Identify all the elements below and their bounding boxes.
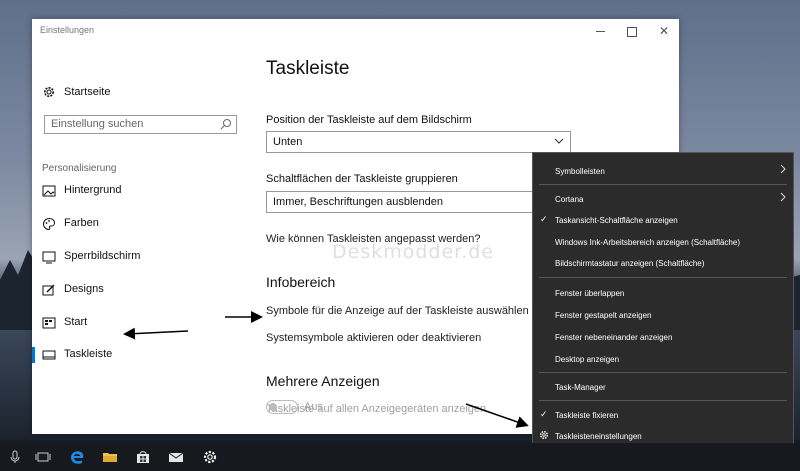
folder-icon: [103, 453, 117, 462]
picture-icon: [42, 185, 56, 197]
settings-button[interactable]: [195, 446, 225, 468]
menu-item-fenster-ueberlappen[interactable]: Fenster überlappen: [533, 283, 793, 303]
task-view-icon: [35, 452, 51, 462]
menu-item-label: Taskansicht-Schaltfläche anzeigen: [555, 216, 678, 225]
menu-item-label: Bildschirmtastatur anzeigen (Schaltfläch…: [555, 259, 705, 268]
microphone-button[interactable]: [0, 446, 30, 468]
menu-separator: [539, 400, 787, 401]
edge-icon: [71, 451, 84, 464]
palette-icon: [43, 218, 56, 231]
gear-icon: [203, 450, 217, 464]
multi-display-header: Mehrere Anzeigen: [266, 373, 380, 389]
file-explorer-button[interactable]: [95, 446, 125, 468]
sidebar-item-label: Farben: [64, 217, 99, 229]
start-icon: [42, 317, 56, 329]
maximize-button[interactable]: [624, 23, 640, 39]
taskbar: [0, 443, 800, 471]
microphone-icon: [10, 450, 20, 463]
menu-item-label: Desktop anzeigen: [555, 355, 620, 364]
sidebar-item-sperrbildschirm[interactable]: Sperrbildschirm: [32, 244, 250, 270]
menu-item-label: Fenster überlappen: [555, 289, 625, 298]
check-icon: ✓: [540, 214, 548, 224]
position-label: Position der Taskleiste auf dem Bildschi…: [266, 114, 472, 126]
sidebar-item-farben[interactable]: Farben: [32, 211, 250, 237]
minimize-icon: [595, 31, 605, 33]
store-button[interactable]: [128, 446, 158, 468]
search-placeholder: Einstellung suchen: [51, 118, 144, 130]
menu-item-windows-ink[interactable]: Windows Ink-Arbeitsbereich anzeigen (Sch…: [533, 232, 793, 252]
section-header: Personalisierung: [42, 163, 117, 174]
watermark: Deskmodder.de: [332, 241, 495, 263]
sidebar-item-hintergrund[interactable]: Hintergrund: [32, 178, 250, 204]
multi-display-label: Taskleiste auf allen Anzeigegeräten anze…: [266, 403, 487, 415]
menu-item-label: Task-Manager: [555, 383, 606, 392]
menu-item-task-manager[interactable]: Task-Manager: [533, 377, 793, 397]
menu-item-bildschirmtastatur[interactable]: Bildschirmtastatur anzeigen (Schaltfläch…: [533, 253, 793, 273]
menu-item-taskleiste-fixieren[interactable]: ✓ Taskleiste fixieren: [533, 405, 793, 425]
home-label: Startseite: [64, 86, 111, 98]
maximize-icon: [627, 26, 637, 37]
group-value: Immer, Beschriftungen ausblenden: [273, 196, 443, 208]
chevron-right-icon: [780, 192, 786, 202]
sidebar-item-designs[interactable]: Designs: [32, 277, 250, 303]
menu-item-label: Fenster gestapelt anzeigen: [555, 311, 652, 320]
chevron-right-icon: [780, 164, 786, 174]
gear-icon: [540, 431, 548, 439]
sidebar-item-label: Designs: [64, 283, 104, 295]
sidebar-item-start[interactable]: Start: [32, 310, 250, 336]
page-title: Taskleiste: [266, 58, 350, 79]
minimize-button[interactable]: [592, 23, 608, 39]
edge-button[interactable]: [62, 446, 92, 468]
menu-item-symbolleisten[interactable]: Symbolleisten: [533, 161, 793, 181]
menu-item-fenster-gestapelt[interactable]: Fenster gestapelt anzeigen: [533, 305, 793, 325]
sidebar: Startseite Einstellung suchen Personalis…: [32, 43, 250, 434]
menu-separator: [539, 277, 787, 278]
toggle-state: Aus: [304, 401, 323, 413]
symbols-link[interactable]: Symbole für die Anzeige auf der Taskleis…: [266, 305, 529, 317]
group-label: Schaltflächen der Taskleiste gruppieren: [266, 173, 458, 185]
chevron-down-icon: [554, 138, 564, 144]
taskbar-icon: [42, 350, 56, 360]
menu-item-cortana[interactable]: Cortana: [533, 189, 793, 209]
menu-item-label: Cortana: [555, 195, 584, 204]
infobereich-header: Infobereich: [266, 274, 336, 290]
title-bar: Einstellungen ✕: [32, 19, 679, 43]
window-title: Einstellungen: [40, 25, 95, 35]
gear-icon: [44, 87, 54, 97]
brush-icon: [42, 284, 55, 296]
context-menu: Symbolleisten Cortana ✓ Taskansicht-Scha…: [532, 152, 794, 445]
menu-item-label: Taskleisteneinstellungen: [555, 432, 642, 441]
sidebar-item-label: Hintergrund: [64, 184, 122, 196]
active-indicator: [32, 347, 35, 363]
sidebar-item-label: Start: [64, 316, 88, 328]
check-icon: ✓: [540, 409, 548, 419]
menu-item-label: Fenster nebeneinander anzeigen: [555, 333, 673, 342]
store-icon: [137, 451, 149, 463]
multi-display-toggle[interactable]: [266, 400, 298, 414]
menu-item-fenster-nebeneinander[interactable]: Fenster nebeneinander anzeigen: [533, 327, 793, 347]
menu-item-label: Taskleiste fixieren: [555, 411, 619, 420]
position-dropdown[interactable]: Unten: [266, 131, 571, 153]
group-dropdown[interactable]: Immer, Beschriftungen ausblenden: [266, 191, 571, 213]
close-icon: ✕: [658, 24, 670, 38]
search-input[interactable]: Einstellung suchen: [44, 115, 237, 134]
lock-screen-icon: [42, 251, 56, 264]
menu-item-label: Windows Ink-Arbeitsbereich anzeigen (Sch…: [555, 238, 740, 247]
menu-separator: [539, 372, 787, 373]
sidebar-item-label: Taskleiste: [64, 348, 113, 360]
search-icon: [220, 119, 231, 130]
mail-button[interactable]: [161, 446, 191, 468]
menu-item-label: Symbolleisten: [555, 167, 605, 176]
position-value: Unten: [273, 136, 303, 148]
menu-item-desktop-anzeigen[interactable]: Desktop anzeigen: [533, 349, 793, 369]
sidebar-item-taskleiste[interactable]: Taskleiste: [32, 342, 250, 368]
system-symbols-link[interactable]: Systemsymbole aktivieren oder deaktivier…: [266, 332, 481, 344]
mail-icon: [168, 452, 184, 462]
menu-separator: [539, 184, 787, 185]
menu-item-taskansicht[interactable]: ✓ Taskansicht-Schaltfläche anzeigen: [533, 210, 793, 230]
toggle-knob: [269, 403, 277, 411]
task-view-button[interactable]: [28, 446, 58, 468]
sidebar-item-label: Sperrbildschirm: [64, 250, 141, 262]
close-button[interactable]: ✕: [656, 23, 672, 39]
